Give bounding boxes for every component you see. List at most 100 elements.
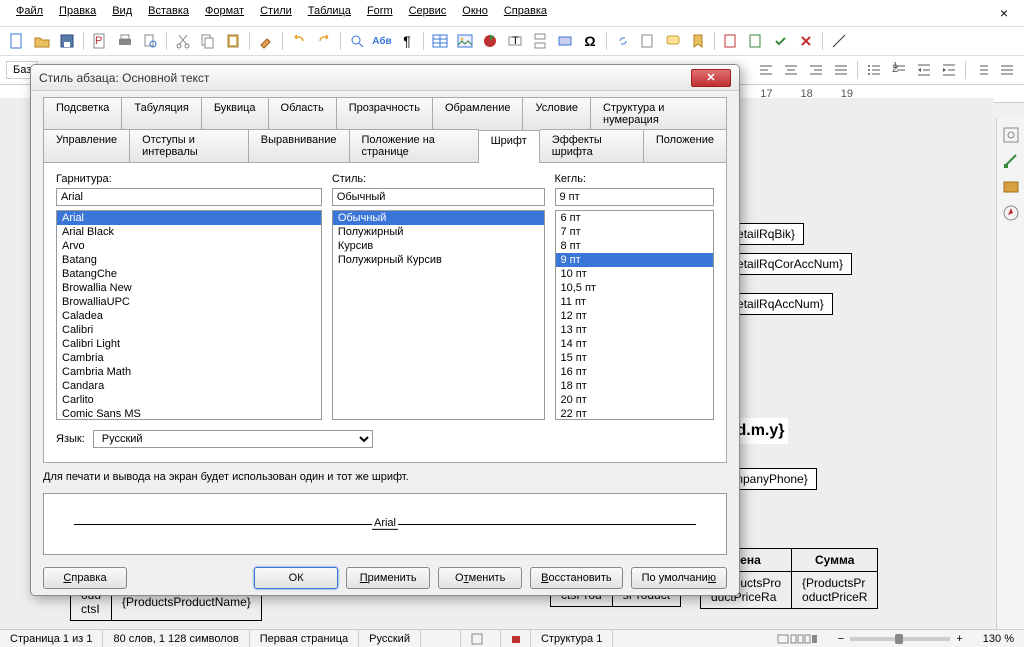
menu-form[interactable]: Form [359,2,401,24]
list-item[interactable]: 15 пт [556,351,714,365]
track-changes-button[interactable] [720,30,742,52]
list-item[interactable]: Cambria [57,351,321,365]
insert-field-button[interactable] [554,30,576,52]
help-button[interactable]: Справка [43,567,127,589]
list-item[interactable]: Calibri Light [57,337,321,351]
list-item[interactable]: Batang [57,253,321,267]
menu-styles[interactable]: Стили [252,2,300,24]
tab-alignment[interactable]: Выравнивание [249,129,350,162]
list-item[interactable]: Comic Sans MS [57,407,321,420]
list-item[interactable]: Полужирный [333,225,544,239]
list-item[interactable]: Carlito [57,393,321,407]
font-style-listbox[interactable]: ОбычныйПолужирныйКурсивПолужирный Курсив [332,210,545,420]
open-button[interactable] [31,30,53,52]
list-item[interactable]: 6 пт [556,211,714,225]
align-justify-button[interactable] [830,59,852,81]
insert-special-char-button[interactable]: Ω [579,30,601,52]
tab-transparency[interactable]: Прозрачность [337,97,433,130]
insert-textbox-button[interactable]: T [504,30,526,52]
list-item[interactable]: 14 пт [556,337,714,351]
reset-button[interactable]: Восстановить [530,567,622,589]
status-signature[interactable] [501,630,531,647]
menu-tools[interactable]: Сервис [401,2,455,24]
insert-image-button[interactable] [454,30,476,52]
paste-button[interactable] [222,30,244,52]
find-button[interactable] [346,30,368,52]
list-item[interactable]: 13 пт [556,323,714,337]
navigator-icon[interactable] [1002,204,1020,222]
menu-window[interactable]: Окно [454,2,496,24]
list-item[interactable]: BatangChe [57,267,321,281]
new-doc-button[interactable] [6,30,28,52]
zoom-slider[interactable]: −+ [828,630,973,647]
font-family-input[interactable] [56,188,322,206]
menu-edit[interactable]: Правка [51,2,104,24]
tab-font-effects[interactable]: Эффекты шрифта [540,129,644,162]
language-select[interactable]: Русский [93,430,373,448]
dialog-titlebar[interactable]: Стиль абзаца: Основной текст ✕ [31,65,739,91]
accept-change-button[interactable] [770,30,792,52]
list-item[interactable]: Caladea [57,309,321,323]
list-item[interactable]: 16 пт [556,365,714,379]
list-item[interactable]: Arial [57,211,321,225]
styles-icon[interactable] [1002,152,1020,170]
list-item[interactable]: Cambria Math [57,365,321,379]
menu-help[interactable]: Справка [496,2,555,24]
align-right-button[interactable] [805,59,827,81]
export-pdf-button[interactable]: P [89,30,111,52]
insert-table-button[interactable] [429,30,451,52]
list-item[interactable]: Обычный [333,211,544,225]
line-button[interactable] [828,30,850,52]
cut-button[interactable] [172,30,194,52]
numbered-list-button[interactable]: 12 [888,59,910,81]
menu-view[interactable]: Вид [104,2,140,24]
font-size-listbox[interactable]: 6 пт7 пт8 пт9 пт10 пт10,5 пт11 пт12 пт13… [555,210,715,420]
tab-textflow[interactable]: Положение на странице [350,129,479,162]
format-paintbrush-button[interactable] [255,30,277,52]
redo-button[interactable] [313,30,335,52]
dialog-close-button[interactable]: ✕ [691,69,731,87]
print-preview-button[interactable] [139,30,161,52]
list-item[interactable]: 7 пт [556,225,714,239]
copy-button[interactable] [197,30,219,52]
list-item[interactable]: BrowalliaUPC [57,295,321,309]
tab-position[interactable]: Положение [644,129,727,162]
status-insert-mode[interactable] [421,630,461,647]
insert-chart-button[interactable] [479,30,501,52]
status-wordcount[interactable]: 80 слов, 1 128 символов [103,630,249,647]
list-item[interactable]: 9 пт [556,253,714,267]
footnote-button[interactable] [637,30,659,52]
menu-table[interactable]: Таблица [300,2,359,24]
list-item[interactable]: 12 пт [556,309,714,323]
print-button[interactable] [114,30,136,52]
decrease-indent-button[interactable] [938,59,960,81]
tab-font[interactable]: Шрифт [479,130,540,163]
menu-file[interactable]: Файл [8,2,51,24]
show-changes-button[interactable] [745,30,767,52]
menu-format[interactable]: Формат [197,2,252,24]
font-family-listbox[interactable]: ArialArial BlackArvoBatangBatangCheBrowa… [56,210,322,420]
list-item[interactable]: Browallia New [57,281,321,295]
spellcheck-button[interactable]: Абв [371,30,393,52]
save-button[interactable] [56,30,78,52]
tab-indents[interactable]: Отступы и интервалы [130,129,249,162]
status-language[interactable]: Русский [359,630,421,647]
list-item[interactable]: 22 пт [556,407,714,420]
list-item[interactable]: Полужирный Курсив [333,253,544,267]
status-pagestyle[interactable]: Первая страница [250,630,359,647]
properties-icon[interactable] [1002,126,1020,144]
list-item[interactable]: 8 пт [556,239,714,253]
font-size-input[interactable] [555,188,715,206]
tab-borders[interactable]: Обрамление [433,97,524,130]
status-selection-mode[interactable] [461,630,501,647]
apply-button[interactable]: Применить [346,567,430,589]
bookmark-button[interactable] [687,30,709,52]
tab-organizer[interactable]: Управление [43,129,130,162]
zoom-percent[interactable]: 130 % [973,630,1024,647]
list-item[interactable]: 10,5 пт [556,281,714,295]
decrease-indent2-button[interactable] [996,59,1018,81]
list-item[interactable]: Arvo [57,239,321,253]
view-layout-buttons[interactable] [766,630,828,647]
tab-dropcaps[interactable]: Буквица [202,97,269,130]
window-close-button[interactable]: × [992,2,1016,24]
